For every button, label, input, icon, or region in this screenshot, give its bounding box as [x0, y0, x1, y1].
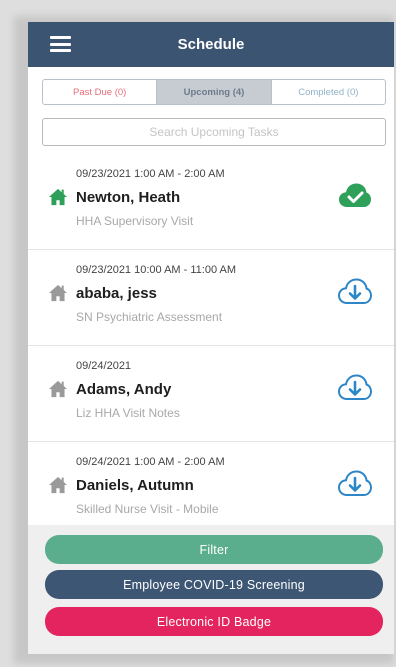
filter-button[interactable]: Filter — [45, 535, 383, 564]
list-item[interactable]: 09/24/2021 Adams, Andy Liz HHA Visit Not… — [28, 346, 394, 442]
search-input[interactable] — [43, 118, 385, 146]
covid-screening-button[interactable]: Employee COVID-19 Screening — [45, 570, 383, 599]
list-item[interactable]: 09/24/2021 1:00 AM - 2:00 AM Daniels, Au… — [28, 442, 394, 529]
electronic-id-badge-button[interactable]: Electronic ID Badge — [45, 607, 383, 636]
menu-icon[interactable] — [50, 36, 71, 52]
menu-icon-bar — [50, 49, 71, 52]
cloud-download-icon[interactable] — [338, 374, 372, 402]
app-screen: Schedule Past Due (0) Upcoming (4) Compl… — [28, 22, 394, 654]
task-time: 09/23/2021 10:00 AM - 11:00 AM — [76, 264, 237, 276]
visit-type: Skilled Nurse Visit - Mobile — [76, 502, 219, 516]
tab-completed[interactable]: Completed (0) — [272, 80, 385, 104]
home-icon — [49, 188, 67, 206]
task-time: 09/24/2021 1:00 AM - 2:00 AM — [76, 456, 225, 468]
patient-name: Adams, Andy — [76, 381, 172, 398]
top-bar: Schedule — [28, 22, 394, 67]
patient-name: ababa, jess — [76, 285, 157, 302]
schedule-tabs: Past Due (0) Upcoming (4) Completed (0) — [42, 79, 386, 105]
list-item[interactable]: 09/23/2021 1:00 AM - 2:00 AM Newton, Hea… — [28, 154, 394, 250]
patient-name: Newton, Heath — [76, 189, 181, 206]
cloud-download-icon[interactable] — [338, 278, 372, 306]
task-list: 09/23/2021 1:00 AM - 2:00 AM Newton, Hea… — [28, 154, 394, 529]
page-title: Schedule — [177, 36, 245, 53]
home-icon — [49, 380, 67, 398]
list-item[interactable]: 09/23/2021 10:00 AM - 11:00 AM ababa, je… — [28, 250, 394, 346]
home-icon — [49, 284, 67, 302]
visit-type: Liz HHA Visit Notes — [76, 406, 180, 420]
search-box — [42, 118, 386, 146]
cloud-download-icon[interactable] — [338, 470, 372, 498]
task-time: 09/24/2021 — [76, 360, 132, 372]
menu-icon-bar — [50, 42, 71, 46]
patient-name: Daniels, Autumn — [76, 477, 194, 494]
home-icon — [49, 476, 67, 494]
tab-past-due[interactable]: Past Due (0) — [43, 80, 156, 104]
visit-type: HHA Supervisory Visit — [76, 214, 194, 228]
menu-icon-bar — [50, 36, 71, 39]
visit-type: SN Psychiatric Assessment — [76, 310, 223, 324]
action-panel: Filter Employee COVID-19 Screening Elect… — [28, 525, 394, 654]
task-time: 09/23/2021 1:00 AM - 2:00 AM — [76, 168, 225, 180]
tab-upcoming[interactable]: Upcoming (4) — [156, 80, 272, 104]
cloud-check-icon[interactable] — [338, 182, 372, 210]
